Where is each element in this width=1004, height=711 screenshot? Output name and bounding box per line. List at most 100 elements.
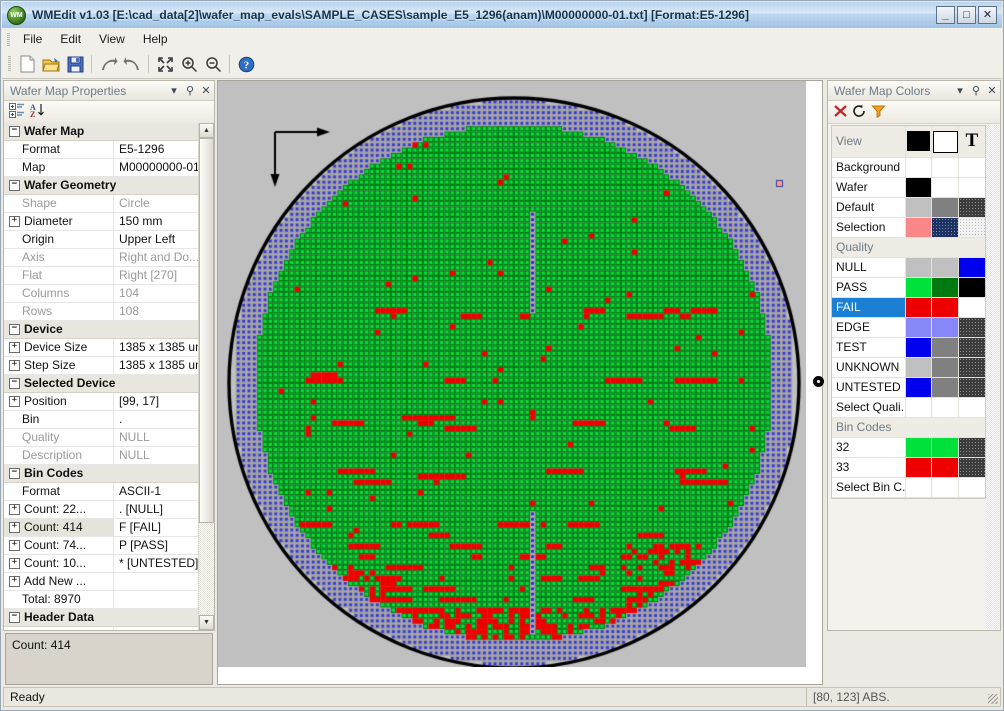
colors-row[interactable]: UNTESTED <box>832 378 986 398</box>
colors-row-label[interactable]: 32 <box>832 438 907 457</box>
colors-row-label[interactable]: Background <box>832 158 907 177</box>
property-row[interactable]: Bin. <box>4 411 214 429</box>
colors-row[interactable]: Select Quali... <box>832 398 985 418</box>
expand-icon[interactable]: + <box>9 396 20 408</box>
zoom-in-icon[interactable] <box>177 52 201 76</box>
colors-row-label[interactable]: Select Quali... <box>832 398 907 417</box>
property-row[interactable]: + Diameter 150 mm <box>4 213 214 231</box>
collapse-icon[interactable]: − <box>9 126 20 138</box>
border-color-swatch-icon[interactable] <box>932 126 959 157</box>
property-category-row[interactable]: − Wafer Map <box>4 123 214 141</box>
colors-row-label[interactable]: TEST <box>832 338 907 357</box>
collapse-icon[interactable]: − <box>9 612 20 624</box>
property-row[interactable]: + Count: 74... P [PASS] <box>4 537 214 555</box>
reset-color-icon[interactable] <box>852 104 867 121</box>
property-category-row[interactable]: − Device <box>4 321 214 339</box>
expand-icon[interactable]: + <box>9 576 20 588</box>
property-row[interactable]: + Count: 22.... [NULL] <box>4 501 214 519</box>
text-color-swatch[interactable] <box>958 378 986 397</box>
scroll-down-button[interactable]: ▼ <box>199 615 214 630</box>
menu-item-file[interactable]: File <box>14 30 51 48</box>
colors-table[interactable]: View T Background Wafer Default Selection Qual… <box>831 125 986 499</box>
colors-row[interactable]: UNKNOWN <box>832 358 986 378</box>
colors-row[interactable]: PASS <box>832 278 986 298</box>
text-color-swatch[interactable] <box>958 438 986 457</box>
border-color-swatch[interactable] <box>932 338 959 357</box>
maximize-button[interactable]: □ <box>957 6 976 24</box>
zoom-out-icon[interactable] <box>201 52 225 76</box>
border-color-swatch[interactable] <box>932 398 959 417</box>
property-row[interactable]: Columns 104 <box>4 285 214 303</box>
property-row[interactable]: + Step Size 1385 x 1385 um <box>4 357 214 375</box>
text-color-swatch[interactable] <box>959 298 985 317</box>
collapse-icon[interactable]: − <box>9 324 20 336</box>
expand-icon[interactable]: + <box>9 216 20 228</box>
delete-color-icon[interactable] <box>833 104 848 121</box>
colors-row[interactable]: NULL <box>832 258 986 278</box>
scroll-up-button[interactable]: ▲ <box>199 123 214 138</box>
colors-row-label[interactable]: Select Bin C... <box>832 478 907 497</box>
pin-icon[interactable]: ⚲ <box>968 83 984 98</box>
help-icon[interactable]: ? <box>234 52 258 76</box>
colors-scrollbar[interactable] <box>986 125 999 629</box>
colors-row-label[interactable]: Wafer <box>832 178 907 197</box>
property-row[interactable]: CUSTOMER_...Foundry One <box>4 627 214 630</box>
text-color-icon[interactable]: T <box>959 126 985 157</box>
border-color-swatch[interactable] <box>932 178 959 197</box>
colors-row[interactable]: Wafer <box>832 178 985 198</box>
fill-color-swatch[interactable] <box>906 218 933 237</box>
property-row[interactable]: Origin Upper Left <box>4 231 214 249</box>
fill-color-swatch-icon[interactable] <box>906 126 933 157</box>
properties-grid[interactable]: − Wafer Map Format E5-1296 Map M00000000-01− W… <box>4 123 214 630</box>
expand-icon[interactable]: + <box>9 522 20 534</box>
properties-scrollbar[interactable]: ▲ ▼ <box>198 123 214 630</box>
wafer-map-canvas[interactable] <box>218 81 806 667</box>
text-color-swatch[interactable] <box>958 278 986 297</box>
collapse-icon[interactable]: − <box>9 378 20 390</box>
property-row[interactable]: + Count: 414 F [FAIL] <box>4 519 214 537</box>
property-row[interactable]: + Position [99, 17] <box>4 393 214 411</box>
text-color-swatch[interactable] <box>959 178 985 197</box>
colors-row[interactable]: Select Bin C... <box>832 478 985 498</box>
menu-item-view[interactable]: View <box>90 30 134 48</box>
border-color-swatch[interactable] <box>932 218 959 237</box>
redo-icon[interactable] <box>96 52 120 76</box>
colors-row-label[interactable]: EDGE <box>832 318 907 337</box>
property-category-row[interactable]: − Wafer Geometry <box>4 177 214 195</box>
menu-item-edit[interactable]: Edit <box>51 30 90 48</box>
pin-icon[interactable]: ⚲ <box>182 83 198 98</box>
filter-icon[interactable] <box>871 104 886 121</box>
property-row[interactable]: Format E5-1296 <box>4 141 214 159</box>
border-color-swatch[interactable] <box>932 358 959 377</box>
collapse-icon[interactable]: − <box>9 468 20 480</box>
fill-color-swatch[interactable] <box>906 318 933 337</box>
text-color-swatch[interactable] <box>958 218 986 237</box>
menu-drag-grip[interactable] <box>7 32 10 46</box>
colors-row-label[interactable]: UNKNOWN <box>832 358 907 377</box>
expand-icon[interactable]: + <box>9 342 20 354</box>
colors-row[interactable]: TEST <box>832 338 986 358</box>
colors-row[interactable]: FAIL <box>832 298 985 318</box>
text-color-swatch[interactable] <box>959 478 985 497</box>
expand-icon[interactable]: + <box>9 540 20 552</box>
chevron-down-icon[interactable]: ▾ <box>166 83 182 98</box>
minimize-button[interactable]: _ <box>936 6 955 24</box>
close-icon[interactable]: ✕ <box>984 83 1000 98</box>
wafer-map-view[interactable] <box>217 80 823 685</box>
colors-category-row[interactable]: Bin Codes <box>832 418 985 438</box>
colors-row-label[interactable]: PASS <box>832 278 907 297</box>
splitter-grip[interactable] <box>813 376 824 387</box>
border-color-swatch[interactable] <box>932 458 959 477</box>
colors-row[interactable]: EDGE <box>832 318 986 338</box>
expand-icon[interactable]: + <box>9 360 20 372</box>
border-color-swatch[interactable] <box>932 298 959 317</box>
colors-row-label[interactable]: FAIL <box>832 298 907 317</box>
border-color-swatch[interactable] <box>932 478 959 497</box>
fill-color-swatch[interactable] <box>906 458 933 477</box>
fill-color-swatch[interactable] <box>906 358 933 377</box>
colors-row[interactable]: Selection <box>832 218 986 238</box>
colors-row-label[interactable]: Selection <box>832 218 907 237</box>
colors-row-label[interactable]: Bin Codes <box>832 418 985 437</box>
property-row[interactable]: + Device Size 1385 x 1385 um <box>4 339 214 357</box>
expand-icon[interactable]: + <box>9 558 20 570</box>
